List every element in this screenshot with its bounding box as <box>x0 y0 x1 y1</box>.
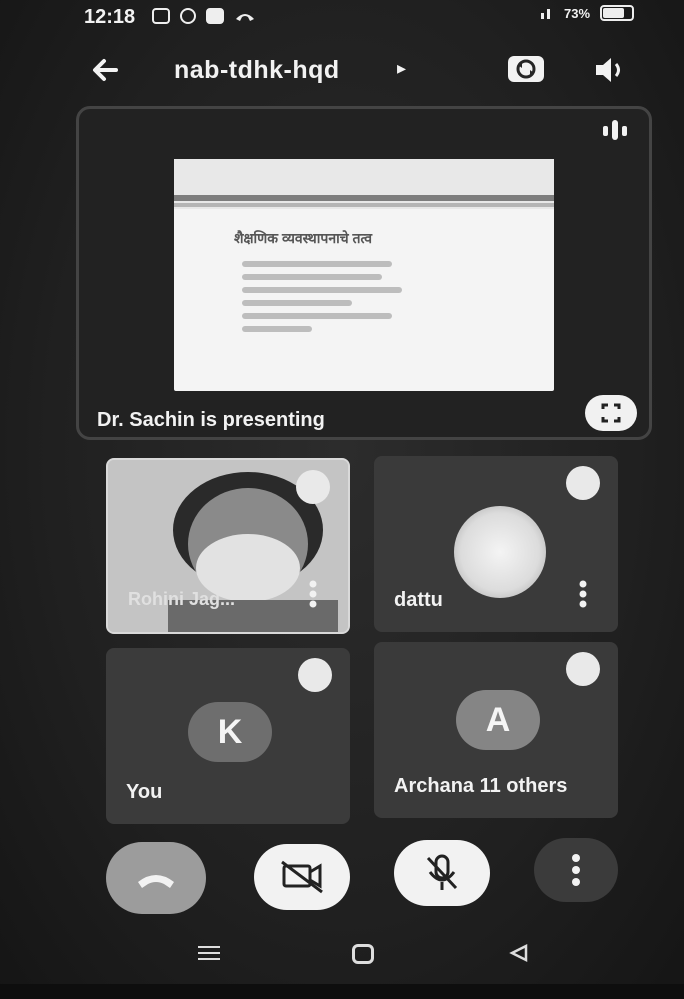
camera-toggle-button[interactable] <box>254 844 350 910</box>
end-call-icon <box>138 875 174 888</box>
battery-percent: 73% <box>564 5 591 21</box>
participant-name: dattu <box>394 589 443 611</box>
call-controls <box>0 838 684 928</box>
back-arrow-icon[interactable] <box>86 50 126 90</box>
shared-slide: शैक्षणिक व्यवस्थापनाचे तत्व <box>174 159 554 391</box>
app-bar: nab-tdhk-hqd ▸ <box>0 44 684 96</box>
status-time: 12:18 <box>84 6 136 28</box>
presenting-label: Dr. Sachin is presenting <box>97 409 325 431</box>
more-options-button[interactable] <box>534 838 618 902</box>
slide-title: शैक्षणिक व्यवस्थापनाचे तत्व <box>234 230 372 246</box>
slide-header <box>174 159 554 209</box>
recents-icon[interactable] <box>196 944 222 962</box>
mic-off-badge-icon <box>566 652 600 686</box>
switch-camera-icon[interactable] <box>504 48 548 88</box>
participant-initial-avatar: A <box>456 690 540 750</box>
meeting-code[interactable]: nab-tdhk-hqd <box>174 56 340 85</box>
mic-off-badge-icon <box>566 466 600 500</box>
end-call-button[interactable] <box>106 842 206 914</box>
signal-icon <box>541 9 550 19</box>
participant-tile-dattu[interactable]: dattu <box>374 456 618 632</box>
participant-photo-avatar <box>454 506 546 598</box>
slide-bullets <box>242 261 402 339</box>
bottom-edge <box>0 984 684 999</box>
status-bar: 12:18 73% <box>0 0 684 36</box>
status-right: 73% <box>540 5 635 21</box>
more-options-icon[interactable] <box>578 580 588 608</box>
sim-icon <box>152 8 170 24</box>
participant-name: Archana 11 others <box>394 775 568 797</box>
participant-tile-others[interactable]: A Archana 11 others <box>374 642 618 818</box>
gallery-icon <box>206 8 224 24</box>
speaker-icon[interactable] <box>590 50 630 90</box>
caret-right-icon[interactable]: ▸ <box>397 58 406 79</box>
participant-tile-you[interactable]: K You <box>106 648 350 824</box>
more-options-icon[interactable] <box>308 580 318 608</box>
settings-icon <box>180 8 196 24</box>
participant-name: You <box>126 781 163 803</box>
camera-off-icon <box>281 860 323 894</box>
nav-back-icon[interactable] <box>508 942 530 964</box>
presentation-tile[interactable]: शैक्षणिक व्यवस्थापनाचे तत्व Dr. Sachin i… <box>76 106 652 440</box>
participant-tile-rohini[interactable]: Rohini Jag... <box>106 458 350 634</box>
fullscreen-icon[interactable] <box>585 395 637 431</box>
audio-level-icon <box>603 120 627 140</box>
phone-icon <box>236 14 254 21</box>
meet-screen: 12:18 73% nab-tdhk-hqd ▸ शैक्षणिक व्यवस्… <box>0 0 684 999</box>
mic-off-icon <box>426 854 458 890</box>
mic-toggle-button[interactable] <box>394 840 490 906</box>
participant-initial-avatar: K <box>188 702 272 762</box>
battery-icon <box>600 5 635 21</box>
home-icon[interactable] <box>352 944 374 964</box>
participant-name: Rohini Jag... <box>128 589 236 609</box>
mic-off-badge-icon <box>296 470 330 504</box>
system-navigation-bar <box>0 930 684 970</box>
notification-icons <box>152 8 256 24</box>
mic-off-badge-icon <box>298 658 332 692</box>
more-options-icon <box>572 854 580 886</box>
